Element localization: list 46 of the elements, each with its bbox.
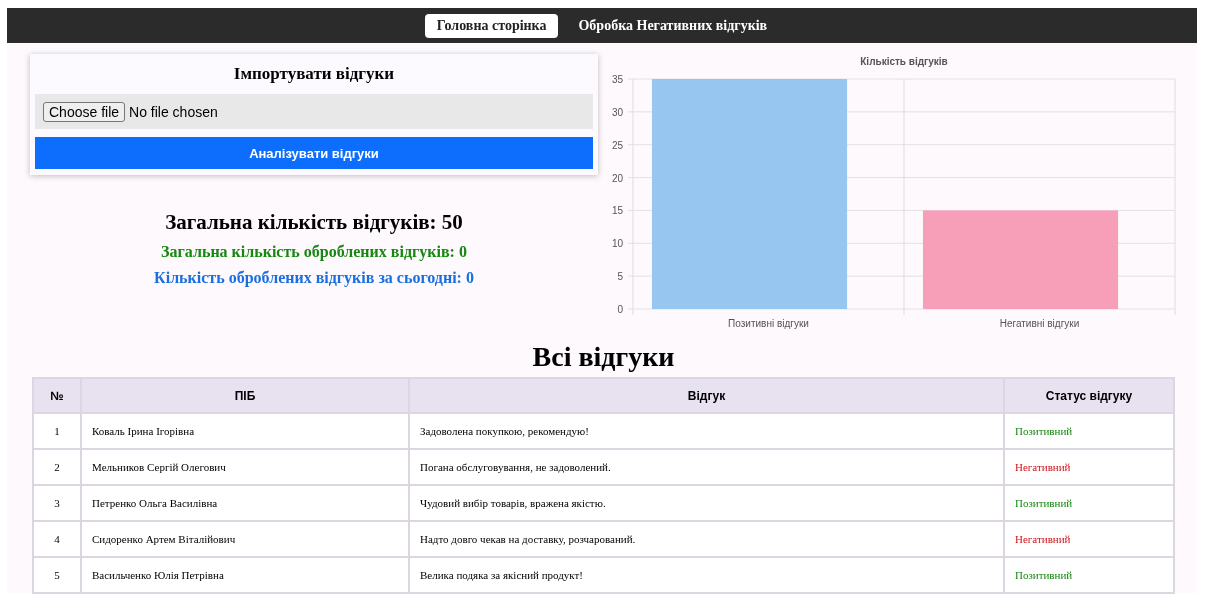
analyze-button[interactable]: Аналізувати відгуки: [35, 137, 593, 169]
nav-link[interactable]: Головна сторінка: [424, 13, 559, 38]
processed-count: Загальна кількість оброблених відгуків: 0: [160, 243, 468, 261]
axis-tick-label: 10: [611, 238, 623, 250]
axis-tick-label: 5: [617, 271, 623, 283]
name-cell: Васильченко Юлія Петрівна: [81, 557, 409, 593]
axis-tick-label: 15: [611, 205, 623, 217]
axis-tick-label: 20: [611, 172, 623, 184]
name-cell: Петренко Ольга Василівна: [81, 485, 409, 521]
review-cell: Надто довго чекав на доставку, розчарований.: [409, 521, 1004, 557]
file-status: No file chosen: [129, 103, 218, 120]
review-cell: Задоволена покупкою, рекомендую!: [409, 413, 1004, 449]
name-cell: Сидоренко Артем Віталійович: [81, 521, 409, 557]
axis-tick-label: 30: [611, 106, 623, 118]
axis-tick-label: 35: [611, 74, 623, 85]
axis-tick-label: 0: [617, 304, 623, 315]
review-cell: Велика подяка за якісний продукт!: [409, 557, 1004, 593]
status-cell: Позитивний: [1004, 413, 1174, 449]
today-count: Кількість оброблених відгуків за сьогодні: 0: [153, 269, 475, 287]
row-number: 5: [33, 557, 81, 593]
axis-tick-label: 25: [611, 139, 623, 151]
row-number: 2: [33, 449, 81, 485]
nav-link[interactable]: Обробка Негативних відгуків: [566, 13, 780, 38]
column-header: Відгук: [409, 378, 1004, 413]
choose-file-button[interactable]: Choose file: [43, 101, 126, 122]
column-header: №: [33, 378, 81, 413]
column-header: ПІБ: [81, 378, 409, 413]
review-cell: Чудовий вибір товарів, вражена якістю.: [409, 485, 1004, 521]
file-input[interactable]: Choose file No file chosen: [35, 94, 593, 129]
section-title: Всі відгуки: [531, 341, 676, 373]
category-label: Позитивні відгуки: [728, 318, 809, 329]
row-number: 1: [33, 413, 81, 449]
row-number: 3: [33, 485, 81, 521]
category-label: Негативні відгуки: [999, 318, 1080, 329]
status-cell: Позитивний: [1004, 485, 1174, 521]
chart-title: Кількість відгуків: [860, 56, 948, 67]
total-count: Загальна кількість відгуків: 50: [164, 210, 464, 235]
name-cell: Мельников Сергій Олегович: [81, 449, 409, 485]
status-cell: Позитивний: [1004, 557, 1174, 593]
column-header: Статус відгуку: [1004, 378, 1174, 413]
review-cell: Погана обслуговування, не задоволений.: [409, 449, 1004, 485]
name-cell: Коваль Ірина Ігорівна: [81, 413, 409, 449]
status-cell: Негативний: [1004, 521, 1174, 557]
row-number: 4: [33, 521, 81, 557]
card-title: Імпортувати відгуки: [232, 64, 396, 84]
status-cell: Негативний: [1004, 449, 1174, 485]
